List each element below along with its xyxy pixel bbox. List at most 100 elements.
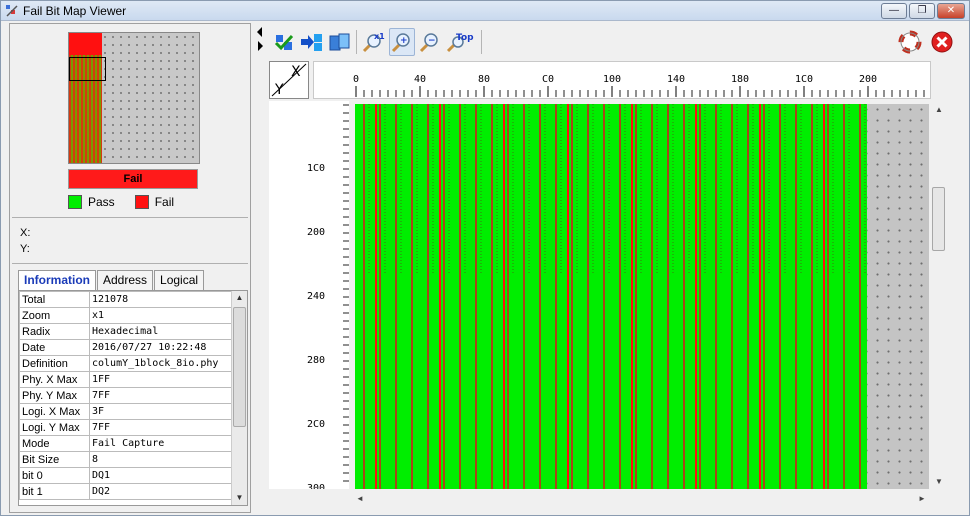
x-tick-label: 200 [859, 74, 877, 85]
scroll-right-icon[interactable]: ► [915, 492, 929, 506]
info-row[interactable]: Date 2016/07/27 10:22:48 [19, 339, 232, 356]
pass-swatch [68, 195, 82, 209]
toolbar: x1 + − Top [265, 25, 969, 59]
fail-swatch [134, 195, 149, 209]
info-value: 8 [89, 451, 232, 468]
toolbar-separator [481, 30, 482, 54]
move-right-icon[interactable] [299, 28, 325, 56]
y-tick-label: 200 [307, 227, 325, 238]
x-tick-label: 40 [414, 74, 426, 85]
info-scrollbar[interactable]: ▲ ▼ [231, 291, 247, 505]
zoom-top-icon[interactable]: Top [445, 28, 477, 56]
plot-vscroll-thumb[interactable] [932, 187, 945, 251]
fail-column [683, 104, 685, 489]
info-key: Phy. Y Max [19, 387, 90, 404]
close-button[interactable]: ✕ [937, 3, 965, 19]
overview-viewport-selector[interactable] [69, 57, 106, 81]
info-row[interactable]: Bit Size 8 [19, 451, 232, 468]
fail-column [779, 104, 781, 489]
divider [12, 263, 248, 264]
info-scroll-thumb[interactable] [233, 307, 246, 427]
fail-bit-map-window: Fail Bit Map Viewer — ❐ ✕ Fail Pass Fail… [0, 0, 970, 516]
minimize-button[interactable]: — [881, 3, 907, 19]
plot-horizontal-scrollbar[interactable]: ◄ ► [353, 491, 929, 507]
info-key: Date [19, 339, 90, 356]
info-row[interactable]: Radix Hexadecimal [19, 323, 232, 340]
info-key: Mode [19, 435, 90, 452]
copy-blocks-icon[interactable] [327, 28, 353, 56]
exit-icon[interactable] [929, 28, 955, 56]
y-tick-label: 240 [307, 291, 325, 302]
fail-column [699, 104, 701, 489]
x-axis-ruler: 0 40 80 C0 100 140 180 1C0 200 [313, 61, 931, 99]
info-row[interactable]: Phy. X Max 1FF [19, 371, 232, 388]
bitmap-plot[interactable] [355, 104, 929, 489]
plot-vertical-scrollbar[interactable]: ▲ ▼ [931, 101, 947, 491]
app-icon [6, 5, 18, 17]
zoom-x1-icon[interactable]: x1 [361, 28, 387, 56]
title-bar[interactable]: Fail Bit Map Viewer — ❐ ✕ [1, 1, 969, 21]
x-tick-label: C0 [542, 74, 554, 85]
y-tick-label: 1C0 [307, 163, 325, 174]
info-value: Hexadecimal [89, 323, 232, 340]
pass-fail-toggle-icon[interactable] [271, 28, 297, 56]
scroll-up-icon[interactable]: ▲ [232, 291, 247, 305]
collapse-panel-icon[interactable] [255, 25, 265, 55]
divider [12, 217, 248, 218]
info-value: 7FF [89, 419, 232, 436]
info-row[interactable]: Definition columY_1block_8io.phy [19, 355, 232, 372]
info-key: bit 0 [19, 467, 90, 484]
fail-column [395, 104, 397, 489]
fail-column-bright [439, 104, 441, 489]
overview-map[interactable] [68, 32, 200, 164]
fail-column [843, 104, 845, 489]
x-tick-label: 0 [353, 74, 359, 85]
fail-column [811, 104, 813, 489]
fail-column [491, 104, 493, 489]
tab-logical[interactable]: Logical [154, 270, 205, 290]
restore-button[interactable]: ❐ [909, 3, 935, 19]
scroll-left-icon[interactable]: ◄ [353, 492, 367, 506]
fail-column [731, 104, 733, 489]
zoom-out-icon[interactable]: − [417, 28, 443, 56]
scroll-down-icon[interactable]: ▼ [232, 491, 247, 505]
information-grid: Total 121078 Zoom x1 Radix Hexadecimal Date 201… [18, 290, 248, 506]
info-value: 1FF [89, 371, 232, 388]
scroll-down-icon[interactable]: ▼ [932, 475, 946, 489]
info-row[interactable]: bit 0 DQ1 [19, 467, 232, 484]
info-row[interactable]: Phy. Y Max 7FF [19, 387, 232, 404]
fail-column [427, 104, 429, 489]
info-row[interactable]: Logi. Y Max 7FF [19, 419, 232, 436]
info-key: Phy. X Max [19, 371, 90, 388]
fail-column [795, 104, 797, 489]
zoom-in-label: + [400, 36, 408, 46]
fail-column [539, 104, 541, 489]
tab-address[interactable]: Address [97, 270, 154, 290]
x-tick-label: 80 [478, 74, 490, 85]
zoom-in-icon[interactable]: + [389, 28, 415, 56]
fail-column [555, 104, 557, 489]
fail-legend-label: Fail [154, 195, 175, 209]
info-row[interactable]: Mode Fail Capture [19, 435, 232, 452]
fail-column [827, 104, 829, 489]
y-axis-ruler: 1C0 200 240 280 2C0 300 [269, 101, 349, 494]
fail-column-bright [759, 104, 761, 489]
cursor-x-label: X: [20, 227, 31, 239]
scroll-up-icon[interactable]: ▲ [932, 103, 946, 117]
tab-information[interactable]: Information [18, 270, 96, 291]
info-key: Radix [19, 323, 90, 340]
info-row[interactable]: Logi. X Max 3F [19, 403, 232, 420]
info-row[interactable]: Total 121078 [19, 291, 232, 308]
info-row[interactable]: bit 1 DQ2 [19, 483, 232, 500]
fail-column [859, 104, 861, 489]
fail-column-bright [823, 104, 825, 489]
cursor-y-label: Y: [20, 243, 30, 255]
info-value: x1 [89, 307, 232, 324]
info-tabs: Information Address Logical [18, 270, 205, 291]
zoom-x1-label: x1 [374, 32, 385, 41]
help-lifebuoy-icon[interactable] [897, 28, 923, 56]
fail-column [571, 104, 573, 489]
info-row[interactable]: Zoom x1 [19, 307, 232, 324]
info-value: columY_1block_8io.phy [89, 355, 232, 372]
corner-y-label: Y [274, 82, 284, 98]
